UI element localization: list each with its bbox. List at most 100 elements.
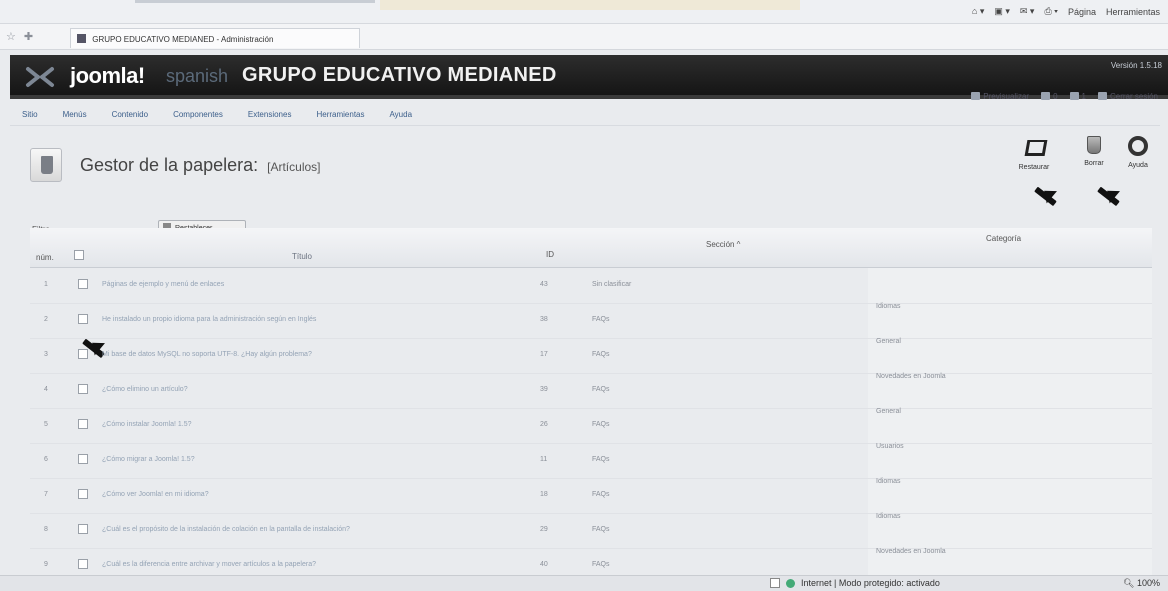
favorites-icons: ☆ ✚ xyxy=(6,30,33,43)
help-button[interactable]: Ayuda xyxy=(1115,136,1161,169)
row-checkbox[interactable] xyxy=(78,559,88,569)
page-subtitle: [Artículos] xyxy=(267,160,321,174)
row-id: 38 xyxy=(540,316,548,323)
row-section: Sin clasificar xyxy=(592,281,632,288)
table-row[interactable]: 6 ¿Cómo migrar a Joomla! 1.5? 11 FAQs Us… xyxy=(30,443,1152,479)
joomla-wordmark: joomla! xyxy=(70,63,145,88)
row-num: 5 xyxy=(44,421,48,428)
preview-icon xyxy=(971,92,981,100)
restore-icon xyxy=(1023,136,1045,158)
row-num: 6 xyxy=(44,456,48,463)
print-icon[interactable]: ⎙ ▾ xyxy=(1044,6,1057,17)
pointer-cursor-icon xyxy=(1099,186,1121,200)
globe-icon xyxy=(786,578,795,588)
admin-main-menu: Sitio Menús Contenido Componentes Extens… xyxy=(10,104,1160,126)
row-title[interactable]: Páginas de ejemplo y menú de enlaces xyxy=(102,281,224,288)
messages-count-label: 0 xyxy=(1053,92,1058,101)
col-title[interactable]: Título xyxy=(292,252,312,261)
row-title[interactable]: ¿Cuál es el propósito de la instalación … xyxy=(102,526,350,533)
row-title[interactable]: ¿Cómo instalar Joomla! 1.5? xyxy=(102,421,191,428)
table-row[interactable]: 4 ¿Cómo elimino un artículo? 39 FAQs Nov… xyxy=(30,373,1152,409)
security-zone[interactable]: Internet | Modo protegido: activado xyxy=(770,578,940,588)
col-id[interactable]: ID xyxy=(546,250,554,259)
row-checkbox[interactable] xyxy=(78,524,88,534)
row-checkbox[interactable] xyxy=(78,384,88,394)
row-section: FAQs xyxy=(592,456,610,463)
zoom-level[interactable]: 🔍︎ 100% xyxy=(1123,578,1160,589)
row-title[interactable]: ¿Cómo migrar a Joomla! 1.5? xyxy=(102,456,195,463)
messages-count[interactable]: 0 xyxy=(1041,92,1058,101)
browser-tab[interactable]: GRUPO EDUCATIVO MEDIANED - Administració… xyxy=(70,28,360,48)
row-checkbox[interactable] xyxy=(78,349,88,359)
help-label: Ayuda xyxy=(1128,162,1148,169)
logout-link[interactable]: Cerrar sesión xyxy=(1097,92,1158,101)
row-title[interactable]: ¿Cuál es la diferencia entre archivar y … xyxy=(102,561,316,568)
zoom-icon: 🔍︎ xyxy=(1123,578,1137,588)
favorites-star-icon[interactable]: ☆ xyxy=(6,30,16,43)
table-row[interactable]: 3 Mi base de datos MySQL no soporta UTF-… xyxy=(30,338,1152,374)
col-category[interactable]: Categoría xyxy=(986,234,1021,243)
preview-link[interactable]: Previsualizar xyxy=(971,92,1029,101)
restore-button[interactable]: Restaurar xyxy=(1011,136,1057,171)
decorative-bar xyxy=(135,0,375,3)
feeds-icon[interactable]: ▣ ▾ xyxy=(994,6,1010,17)
page-toolbar: Gestor de la papelera: [Artículos] Resta… xyxy=(18,136,1160,196)
menu-item-content[interactable]: Contenido xyxy=(112,110,148,119)
row-section: FAQs xyxy=(592,421,610,428)
page-menu[interactable]: Página xyxy=(1068,7,1096,17)
select-all-checkbox[interactable] xyxy=(74,250,84,260)
row-section: FAQs xyxy=(592,351,610,358)
menu-item-components[interactable]: Componentes xyxy=(173,110,223,119)
row-id: 11 xyxy=(540,456,548,463)
table-row[interactable]: 7 ¿Cómo ver Joomla! en mi idioma? 18 FAQ… xyxy=(30,478,1152,514)
admin-status-bar: Previsualizar 0 1 Cerrar sesión xyxy=(971,92,1158,101)
table-row[interactable]: 8 ¿Cuál es el propósito de la instalació… xyxy=(30,513,1152,549)
browser-tab-bar: ☆ ✚ GRUPO EDUCATIVO MEDIANED - Administr… xyxy=(0,24,1168,50)
table-row[interactable]: 2 He instalado un propio idioma para la … xyxy=(30,303,1152,339)
menu-item-tools[interactable]: Herramientas xyxy=(316,110,364,119)
browser-status-bar: Internet | Modo protegido: activado 🔍︎ 1… xyxy=(0,575,1168,591)
col-section[interactable]: Sección ^ xyxy=(706,240,740,249)
row-checkbox[interactable] xyxy=(78,314,88,324)
row-checkbox[interactable] xyxy=(78,279,88,289)
row-num: 1 xyxy=(44,281,48,288)
home-icon[interactable]: ⌂ ▾ xyxy=(972,6,984,17)
row-id: 26 xyxy=(540,421,548,428)
row-category: Idiomas xyxy=(876,478,901,485)
users-count-label: 1 xyxy=(1081,92,1086,101)
joomla-logo-icon xyxy=(26,67,54,87)
delete-button[interactable]: Borrar xyxy=(1071,136,1117,167)
table-row[interactable]: 5 ¿Cómo instalar Joomla! 1.5? 26 FAQs Ge… xyxy=(30,408,1152,444)
row-title[interactable]: ¿Cómo elimino un artículo? xyxy=(102,386,188,393)
table-row[interactable]: 1 Páginas de ejemplo y menú de enlaces 4… xyxy=(30,269,1152,304)
row-id: 40 xyxy=(540,561,548,568)
row-checkbox[interactable] xyxy=(78,489,88,499)
tools-menu[interactable]: Herramientas xyxy=(1106,7,1160,17)
row-section: FAQs xyxy=(592,491,610,498)
users-icon xyxy=(1069,92,1079,100)
preview-label: Previsualizar xyxy=(983,92,1030,101)
pointer-cursor-icon xyxy=(1036,186,1058,200)
row-category: General xyxy=(876,338,901,345)
menu-item-extensions[interactable]: Extensiones xyxy=(248,110,292,119)
delete-label: Borrar xyxy=(1084,160,1104,167)
joomla-language-tag: spanish xyxy=(166,66,229,86)
mail-icon[interactable]: ✉ ▾ xyxy=(1020,6,1035,17)
menu-item-menus[interactable]: Menús xyxy=(63,110,87,119)
row-id: 18 xyxy=(540,491,548,498)
row-section: FAQs xyxy=(592,386,610,393)
decorative-bar xyxy=(380,0,800,10)
row-checkbox[interactable] xyxy=(78,419,88,429)
row-category: Idiomas xyxy=(876,303,901,310)
menu-item-site[interactable]: Sitio xyxy=(22,110,38,119)
row-title[interactable]: He instalado un propio idioma para la ad… xyxy=(102,316,316,323)
row-title[interactable]: Mi base de datos MySQL no soporta UTF-8.… xyxy=(102,351,312,358)
row-id: 43 xyxy=(540,281,548,288)
row-category: General xyxy=(876,408,901,415)
users-count[interactable]: 1 xyxy=(1069,92,1086,101)
add-favorites-icon[interactable]: ✚ xyxy=(24,30,33,43)
menu-item-help[interactable]: Ayuda xyxy=(389,110,412,119)
row-checkbox[interactable] xyxy=(78,454,88,464)
row-num: 8 xyxy=(44,526,48,533)
row-title[interactable]: ¿Cómo ver Joomla! en mi idioma? xyxy=(102,491,209,498)
